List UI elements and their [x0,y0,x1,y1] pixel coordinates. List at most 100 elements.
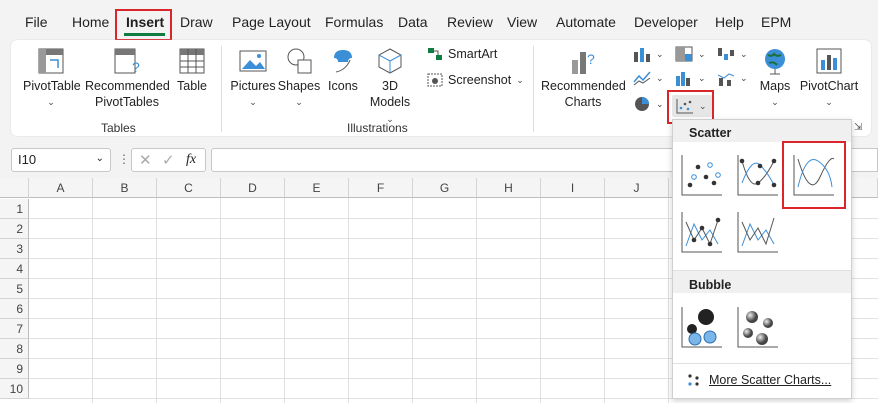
3d-models-button[interactable]: 3D Models ⌄ [365,46,415,127]
column-header[interactable]: B [93,178,157,198]
column-header[interactable]: G [413,178,477,198]
insert-function-button[interactable]: fx [186,152,196,168]
tab-page-layout[interactable]: Page Layout [232,14,311,30]
vertical-dots-icon: ⋮ [118,152,130,166]
name-box[interactable]: I10 ⌄ [11,148,111,172]
column-header[interactable]: H [477,178,541,198]
chevron-down-icon: ⌄ [47,97,55,107]
table-button[interactable]: Table [171,46,213,94]
tab-draw[interactable]: Draw [180,14,213,30]
row-header[interactable]: 1 [0,199,29,219]
waterfall-chart-button[interactable]: ⌄ [717,46,748,62]
more-scatter-charts-label: More Scatter Charts... [709,373,832,387]
row-header[interactable]: 3 [0,239,29,259]
hierarchy-chart-button[interactable]: ⌄ [675,46,706,62]
column-chart-button[interactable]: ⌄ [633,46,664,62]
recommended-pivottables-icon: ? [114,48,140,75]
pivottable-label: PivotTable [23,79,81,93]
chevron-down-icon: ⌄ [771,97,779,107]
pie-chart-button[interactable]: ⌄ [633,96,664,112]
maps-label: Maps [759,79,791,93]
dialog-launcher-icon[interactable]: ⇲ [854,122,862,133]
recommended-pivottables-button[interactable]: ? Recommended PivotTables [85,46,170,110]
combo-chart-icon [717,73,735,86]
scatter-smooth-lines-markers-option[interactable] [736,153,780,197]
row-header[interactable]: 10 [0,379,29,399]
column-header[interactable]: D [221,178,285,198]
pivotchart-button[interactable]: PivotChart ⌄ [797,46,861,110]
scatter-straight-lines-option[interactable] [736,210,780,254]
icons-icon [334,50,352,73]
row-header[interactable]: 6 [0,299,29,319]
chevron-down-icon: ⌄ [295,97,303,107]
check-icon[interactable]: ✓ [162,151,175,169]
pie-chart-icon [635,97,649,111]
pivotchart-label: PivotChart [799,79,859,93]
row-header[interactable]: 7 [0,319,29,339]
tab-formulas[interactable]: Formulas [325,14,383,30]
row-header[interactable]: 8 [0,339,29,359]
line-chart-icon [633,71,651,86]
cube-icon [378,48,402,74]
screenshot-button[interactable]: Screenshot ⌄ [427,73,524,87]
pivottable-button[interactable]: PivotTable ⌄ [23,46,81,110]
tab-help[interactable]: Help [715,14,744,30]
scatter-small-icon [688,374,699,386]
tab-data[interactable]: Data [398,14,428,30]
column-header[interactable]: I [541,178,605,198]
pictures-label: Pictures [230,79,276,93]
column-header[interactable]: E [285,178,349,198]
scatter-option[interactable] [680,153,724,197]
shapes-button[interactable]: Shapes ⌄ [277,46,321,110]
cancel-icon[interactable]: ✕ [139,151,152,169]
chevron-down-icon: ⌄ [516,74,524,85]
combo-chart-button[interactable]: ⌄ [717,70,748,86]
more-scatter-charts-item[interactable]: More Scatter Charts... [687,373,831,387]
recommended-charts-icon: ? [572,51,595,74]
statistic-chart-icon [676,72,690,86]
menu-divider [673,363,851,364]
column-header[interactable]: J [605,178,669,198]
column-header[interactable]: A [29,178,93,198]
scatter-straight-lines-markers-option[interactable] [680,210,724,254]
hierarchy-chart-icon [675,46,693,62]
shapes-label: Shapes [277,79,321,93]
select-all-corner[interactable] [0,178,29,198]
line-chart-button[interactable]: ⌄ [633,70,664,86]
tab-review[interactable]: Review [447,14,493,30]
table-icon [179,48,205,74]
row-header[interactable]: 5 [0,279,29,299]
tab-automate[interactable]: Automate [556,14,616,30]
bubble-section-header: Bubble [689,278,732,292]
tab-file[interactable]: File [25,14,48,30]
3d-models-label-1: 3D [382,79,398,93]
waterfall-chart-icon [718,48,734,60]
group-separator [533,46,534,132]
bubble-option[interactable] [680,305,724,349]
illustrations-group-label: Illustrations [347,121,408,135]
row-header[interactable]: 9 [0,359,29,379]
tab-home[interactable]: Home [72,14,109,30]
pictures-button[interactable]: Pictures ⌄ [229,46,277,110]
row-header[interactable]: 2 [0,219,29,239]
3d-bubble-option[interactable] [736,305,780,349]
globe-icon [765,49,785,75]
tab-epm[interactable]: EPM [761,14,791,30]
icons-button[interactable]: Icons [325,46,361,94]
insert-tab-highlight [115,9,172,41]
tab-developer[interactable]: Developer [634,14,698,30]
recommended-charts-button[interactable]: ? Recommended Charts [541,46,626,110]
column-header[interactable]: F [349,178,413,198]
group-separator [221,46,222,132]
smartart-button[interactable]: SmartArt [427,47,497,61]
column-header[interactable]: C [157,178,221,198]
tab-view[interactable]: View [507,14,537,30]
statistic-chart-button[interactable]: ⌄ [675,70,706,86]
pivottable-icon [38,48,64,74]
smartart-icon [428,48,442,60]
maps-button[interactable]: Maps ⌄ [757,46,793,110]
picture-icon [239,50,267,72]
recommended-pivottables-label-1: Recommended [85,79,170,93]
row-header[interactable]: 4 [0,259,29,279]
table-label: Table [177,79,207,93]
